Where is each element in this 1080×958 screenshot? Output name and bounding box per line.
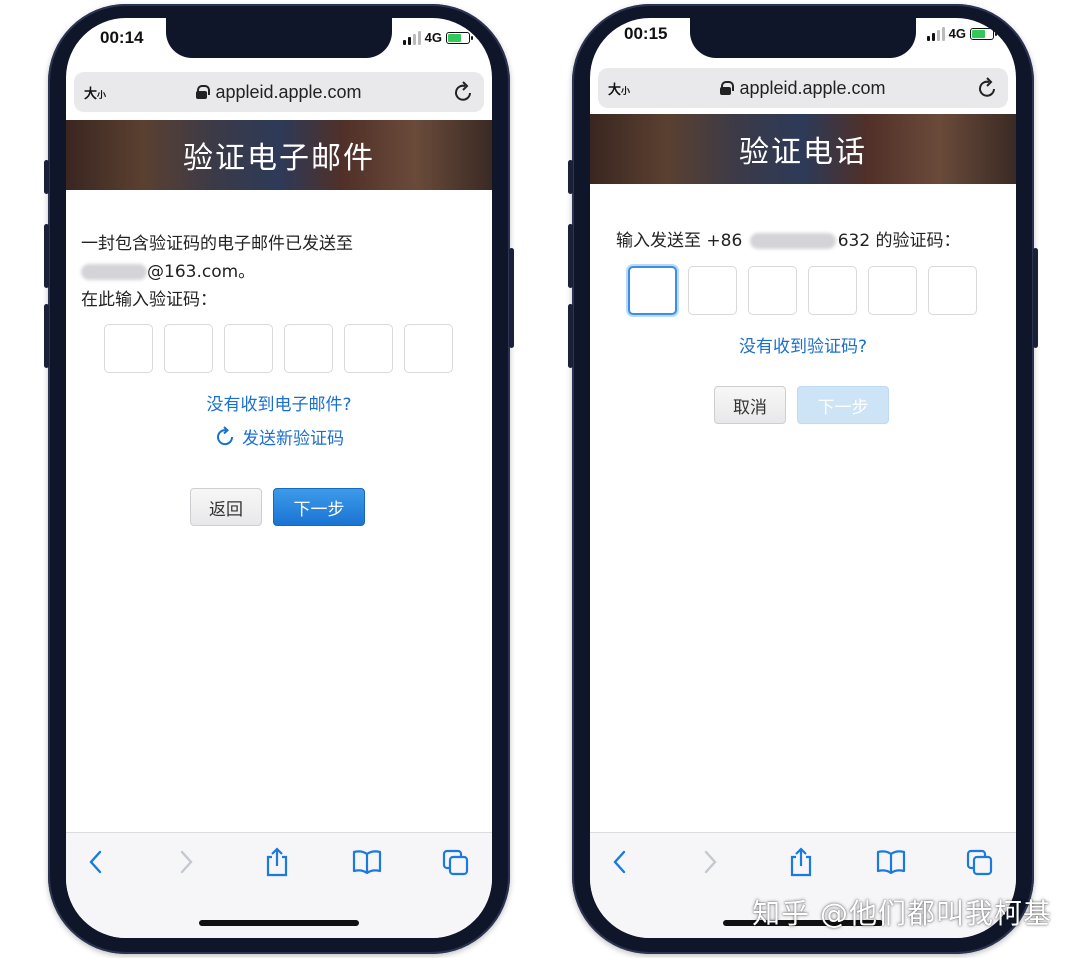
- page-title: 验证电话: [739, 135, 867, 170]
- text-size-button[interactable]: 大小: [84, 83, 106, 102]
- verification-code-inputs: [104, 324, 453, 373]
- phone-mute-switch: [44, 160, 49, 194]
- code-digit-input[interactable]: [404, 324, 453, 373]
- tabs-icon[interactable]: [442, 849, 470, 877]
- redacted-email-user: [81, 264, 147, 280]
- share-icon[interactable]: [264, 847, 290, 877]
- header-banner: 验证电话: [590, 114, 1016, 184]
- code-digit-input[interactable]: [628, 266, 677, 315]
- phone-screen: 00:15 4G 大小 appleid.apple.com 验证电话 输入发送至: [590, 18, 1016, 938]
- phone-volume-down-button: [44, 304, 49, 368]
- code-digit-input[interactable]: [104, 324, 153, 373]
- phone-left: 00:14 4G 大小 appleid.apple.com 验证电子邮件 一封包…: [44, 4, 514, 954]
- phone-right: 00:15 4G 大小 appleid.apple.com 验证电话 输入发送至: [568, 4, 1038, 954]
- code-prompt-suffix: 632 的验证码：: [837, 231, 961, 251]
- phone-volume-up-button: [568, 224, 573, 288]
- tabs-icon[interactable]: [966, 849, 994, 877]
- status-time: 00:15: [624, 24, 668, 43]
- reload-icon[interactable]: [978, 77, 998, 99]
- no-email-link[interactable]: 没有收到电子邮件?: [66, 390, 492, 415]
- status-indicators: 4G: [926, 26, 997, 41]
- safari-toolbar: [66, 832, 492, 938]
- url-text: appleid.apple.com: [739, 77, 886, 98]
- next-button[interactable]: 下一步: [273, 488, 365, 526]
- signal-icon: [926, 26, 945, 41]
- bookmarks-icon[interactable]: [876, 849, 906, 875]
- resend-code-link[interactable]: 发送新验证码: [66, 424, 492, 449]
- phone-volume-down-button: [568, 304, 573, 368]
- resend-code-label: 发送新验证码: [242, 429, 344, 449]
- email-domain: @163.com。: [147, 262, 256, 282]
- back-button[interactable]: 返回: [190, 488, 262, 526]
- phone-mute-switch: [568, 160, 573, 194]
- phone-power-button: [509, 248, 514, 348]
- screenshot-stage: 00:14 4G 大小 appleid.apple.com 验证电子邮件 一封包…: [0, 0, 1080, 958]
- phone-notch: [690, 18, 916, 58]
- code-digit-input[interactable]: [224, 324, 273, 373]
- message-line-1: 一封包含验证码的电子邮件已发送至: [81, 234, 353, 254]
- no-code-link[interactable]: 没有收到验证码?: [590, 332, 1016, 357]
- code-digit-input[interactable]: [808, 266, 857, 315]
- code-digit-input[interactable]: [868, 266, 917, 315]
- forward-icon[interactable]: [700, 849, 720, 875]
- status-time: 00:14: [100, 28, 144, 47]
- home-indicator: [199, 920, 359, 926]
- refresh-icon: [217, 425, 234, 445]
- text-size-button[interactable]: 大小: [608, 79, 630, 98]
- code-prompt: 在此输入验证码：: [81, 290, 217, 310]
- code-digit-input[interactable]: [164, 324, 213, 373]
- watermark: 知乎 @他们都叫我柯基: [752, 897, 1052, 930]
- back-icon[interactable]: [86, 849, 106, 875]
- code-prompt: 输入发送至 +86 632 的验证码：: [616, 227, 961, 255]
- url-text: appleid.apple.com: [215, 81, 362, 102]
- bookmarks-icon[interactable]: [352, 849, 382, 875]
- phone-volume-up-button: [44, 224, 49, 288]
- status-indicators: 4G: [402, 30, 473, 45]
- next-button[interactable]: 下一步: [797, 386, 889, 424]
- header-banner: 验证电子邮件: [66, 120, 492, 190]
- lock-icon: [196, 85, 211, 99]
- signal-icon: [402, 30, 421, 45]
- battery-icon: [446, 31, 473, 44]
- phone-screen: 00:14 4G 大小 appleid.apple.com 验证电子邮件 一封包…: [66, 18, 492, 938]
- share-icon[interactable]: [788, 847, 814, 877]
- redacted-phone-number: [749, 233, 836, 249]
- code-digit-input[interactable]: [284, 324, 333, 373]
- code-digit-input[interactable]: [928, 266, 977, 315]
- code-digit-input[interactable]: [344, 324, 393, 373]
- phone-notch: [166, 18, 392, 58]
- code-digit-input[interactable]: [748, 266, 797, 315]
- network-label: 4G: [948, 26, 966, 41]
- address-bar[interactable]: 大小 appleid.apple.com: [598, 68, 1008, 108]
- forward-icon[interactable]: [176, 849, 196, 875]
- network-label: 4G: [424, 30, 442, 45]
- code-prompt-prefix: 输入发送至 +86: [616, 231, 743, 251]
- email-address: @163.com。: [81, 258, 255, 286]
- cancel-button[interactable]: 取消: [714, 386, 786, 424]
- address-bar[interactable]: 大小 appleid.apple.com: [74, 72, 484, 112]
- phone-power-button: [1033, 248, 1038, 348]
- code-digit-input[interactable]: [688, 266, 737, 315]
- lock-icon: [720, 81, 735, 95]
- reload-icon[interactable]: [454, 81, 474, 103]
- page-title: 验证电子邮件: [183, 141, 375, 176]
- verification-code-inputs: [628, 266, 977, 315]
- battery-icon: [970, 27, 997, 40]
- back-icon[interactable]: [610, 849, 630, 875]
